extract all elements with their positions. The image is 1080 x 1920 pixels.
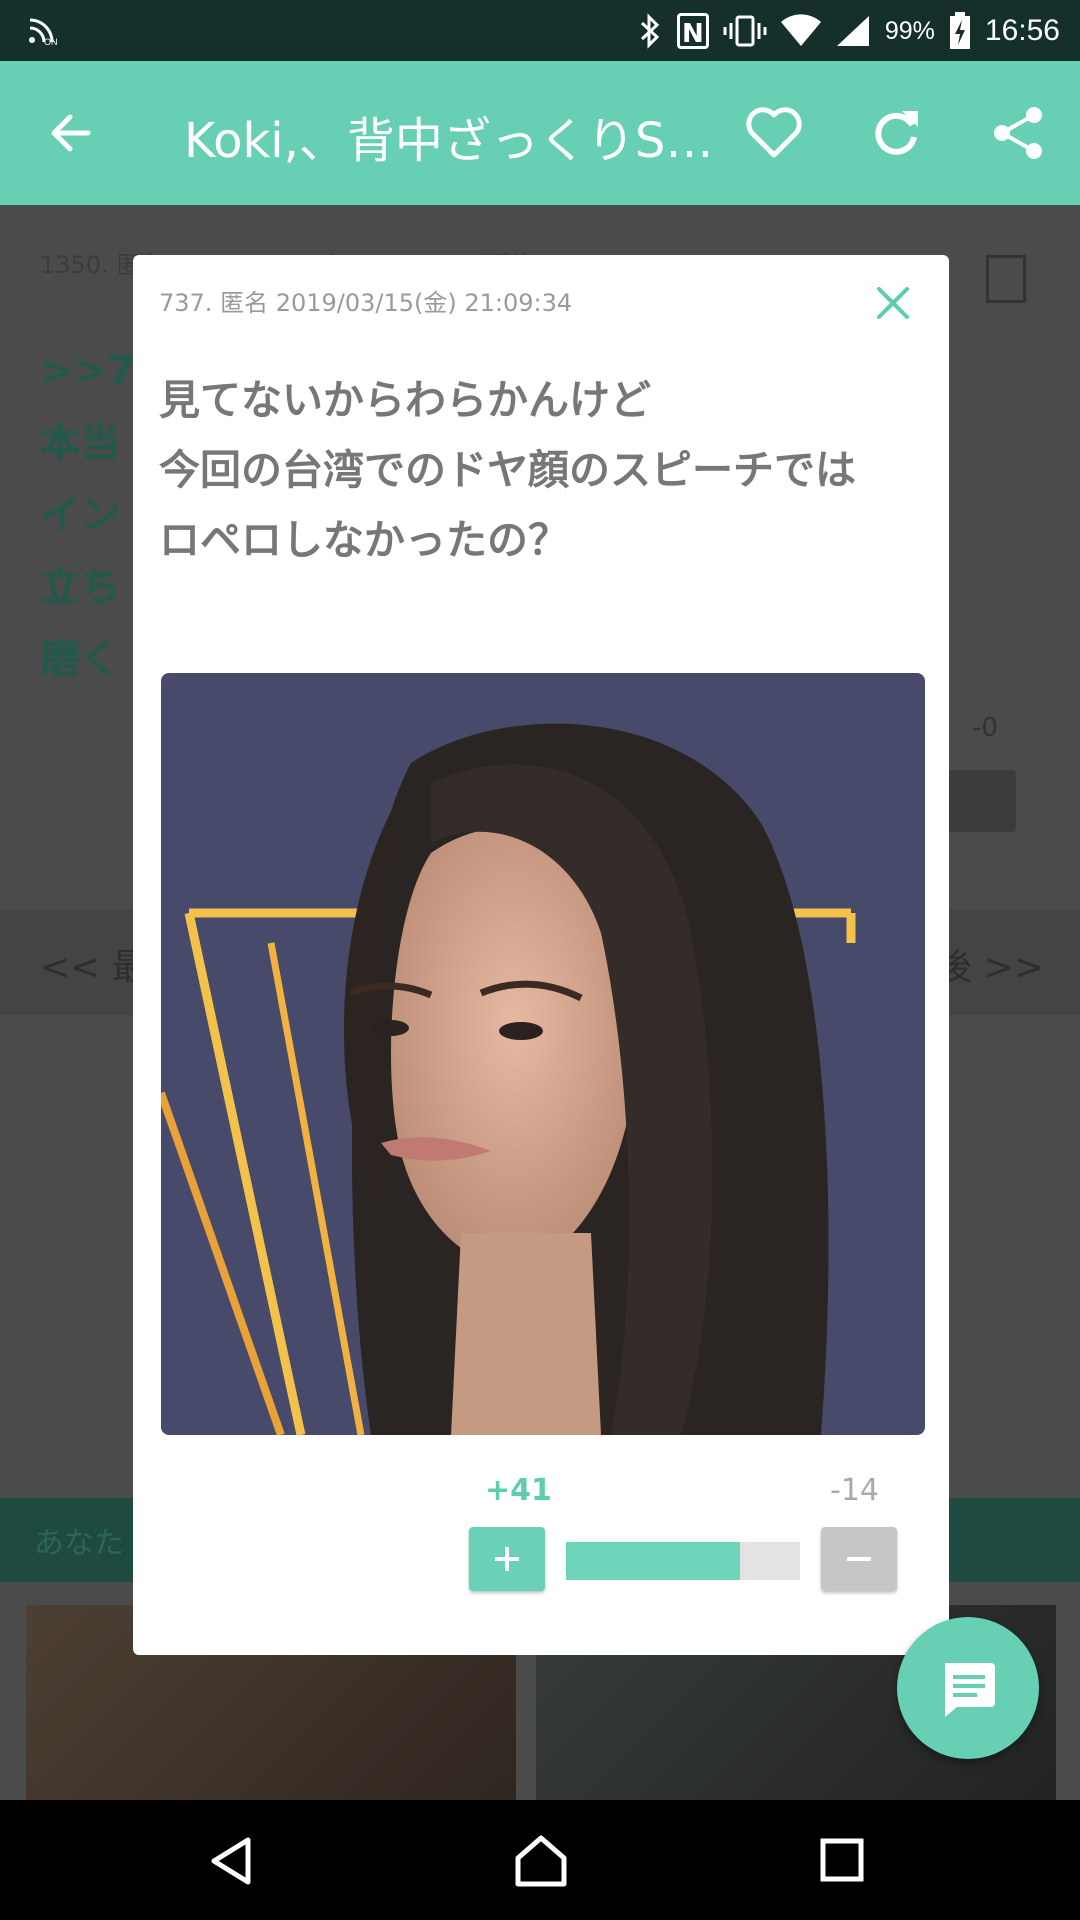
compose-comment-button[interactable] [897,1617,1039,1759]
minus-icon [847,1557,871,1561]
back-nav-icon[interactable] [206,1836,256,1886]
plus-vote-count: +41 [485,1473,552,1508]
minus-vote-button[interactable] [821,1527,897,1591]
minus-vote-count: -14 [830,1473,879,1508]
app-bar: Koki,、背中ざっくりS… [0,61,1080,205]
close-icon[interactable] [875,285,911,321]
svg-text:ON: ON [44,37,58,46]
heart-icon[interactable] [744,103,804,163]
comment-dialog: 737. 匿名 2019/03/15(金) 21:09:34 見てないからわらか… [133,255,949,1655]
bookmark-icon [986,255,1026,303]
comment-line: 今回の台湾でのドヤ顔のスピーチでは [159,446,856,494]
comment-text: 見てないからわらかんけど 今回の台湾でのドヤ顔のスピーチでは ロペロしなかったの… [159,365,919,575]
background-minus-button [938,770,1016,832]
comment-meta: 737. 匿名 2019/03/15(金) 21:09:34 [159,289,573,317]
vibrate-icon [723,15,767,47]
refresh-icon[interactable] [866,103,926,163]
wifi-icon [780,14,821,46]
back-arrow-icon[interactable] [44,105,100,161]
comment-icon [945,1663,995,1717]
comment-image[interactable] [161,673,925,1435]
comment-line: ロペロしなかったの？ [159,516,569,564]
background-nav-last: 後 >> [936,947,1044,988]
system-nav-bar [0,1800,1080,1920]
recents-nav-icon[interactable] [820,1838,864,1882]
background-nav-first: << 最 [40,947,148,988]
share-icon[interactable] [988,103,1048,163]
vote-ratio-fill [566,1542,741,1580]
comment-line: 見てないからわらかんけど [159,376,651,424]
battery-icon [949,12,970,49]
wifi-calling-icon: ON [29,18,58,46]
vote-ratio-bar [566,1542,800,1580]
nfc-icon: N [676,13,709,49]
signal-icon [836,16,869,46]
status-bar: ON N 99% 16:56 [0,0,1080,61]
bluetooth-icon [640,13,660,49]
background-minus-count: -0 [972,713,998,743]
page-title: Koki,、背中ざっくりS… [184,113,714,169]
battery-percent: 99% [884,16,935,45]
clock: 16:56 [984,14,1060,47]
plus-vote-button[interactable] [469,1527,545,1591]
plus-icon [495,1547,519,1571]
home-nav-icon[interactable] [514,1834,568,1888]
